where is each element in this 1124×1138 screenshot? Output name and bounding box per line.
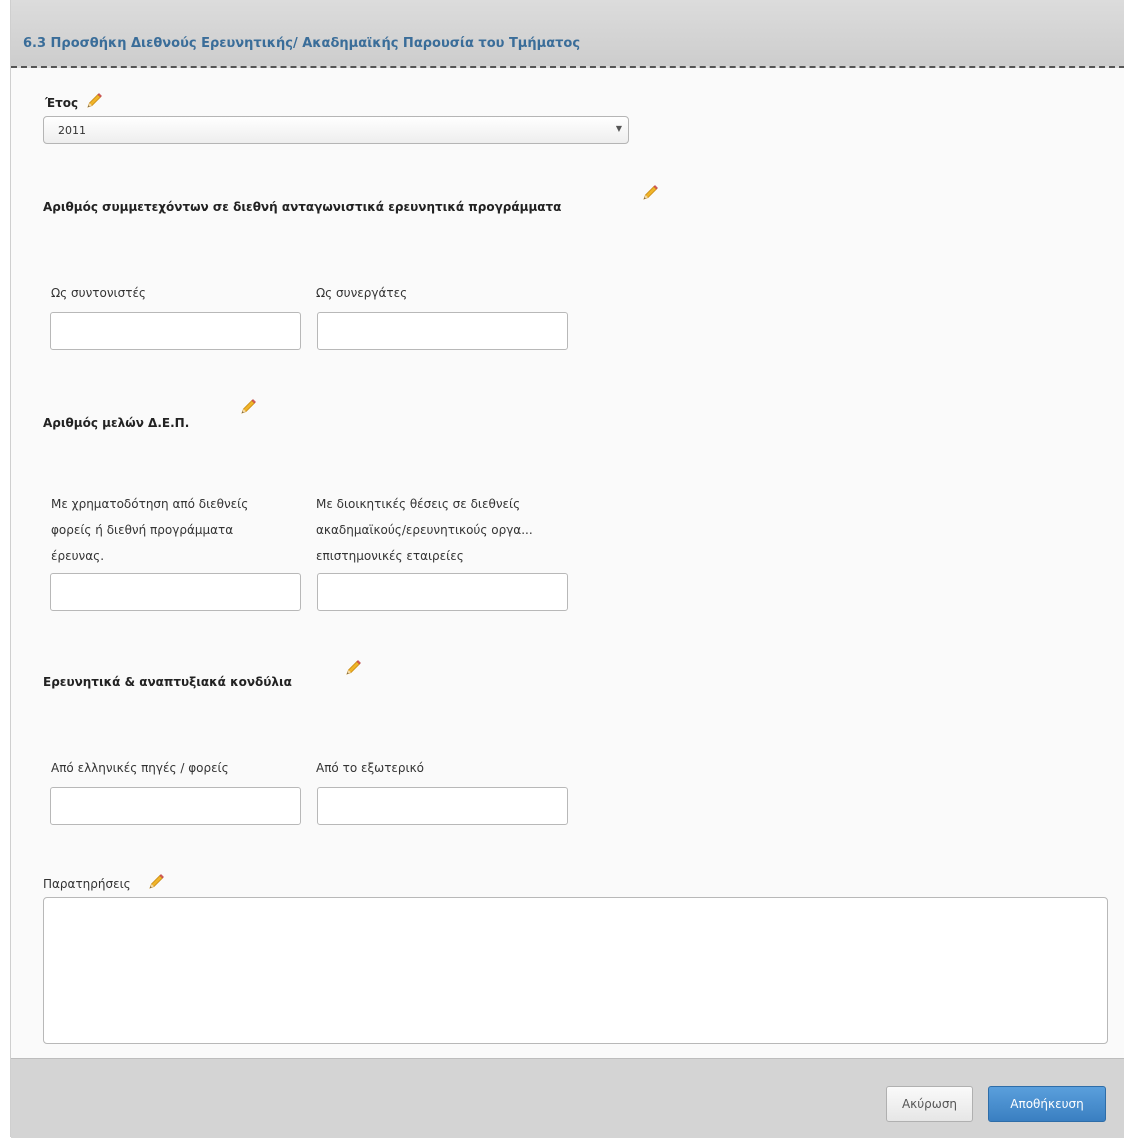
participants-heading: Αριθμός συμμετεχόντων σε διεθνή ανταγωνι…: [43, 200, 562, 214]
members-heading: Αριθμός μελών Δ.Ε.Π.: [43, 416, 190, 430]
collaborators-label: Ως συνεργάτες: [316, 286, 408, 300]
funding-label: Με χρηματοδότηση από διεθνείς φορείς ή δ…: [51, 497, 249, 563]
edit-pencil-icon: [239, 398, 257, 416]
abroad-label: Από το εξωτερικό: [316, 761, 424, 775]
dialog-title: 6.3 Προσθήκη Διεθνούς Ερευνητικής/ Ακαδη…: [23, 36, 581, 51]
cancel-button[interactable]: Ακύρωση: [886, 1086, 973, 1122]
coordinators-input[interactable]: [50, 312, 301, 350]
collaborators-input[interactable]: [317, 312, 568, 350]
coordinators-label: Ως συντονιστές: [51, 286, 146, 300]
dialog-titlebar: 6.3 Προσθήκη Διεθνούς Ερευνητικής/ Ακαδη…: [11, 0, 1124, 68]
greek-sources-label: Από ελληνικές πηγές / φορείς: [51, 761, 229, 775]
year-select-value: 2011: [58, 124, 86, 137]
greek-sources-input[interactable]: [50, 787, 301, 825]
funding-input[interactable]: [50, 573, 301, 611]
year-select[interactable]: 2011 ▼: [43, 116, 629, 144]
admin-positions-label: Με διοικητικές θέσεις σε διεθνείς ακαδημ…: [316, 497, 533, 563]
add-presence-dialog: 6.3 Προσθήκη Διεθνούς Ερευνητικής/ Ακαδη…: [10, 0, 1124, 1138]
edit-pencil-icon: [85, 92, 103, 110]
notes-label: Παρατηρήσεις: [43, 877, 131, 891]
chevron-down-icon: ▼: [615, 124, 622, 133]
year-label: Έτος: [45, 96, 79, 110]
notes-textarea[interactable]: [43, 897, 1108, 1044]
abroad-input[interactable]: [317, 787, 568, 825]
edit-pencil-icon: [641, 184, 659, 202]
edit-pencil-icon: [147, 873, 165, 891]
funds-heading: Ερευνητικά & αναπτυξιακά κονδύλια: [43, 675, 292, 689]
save-button[interactable]: Αποθήκευση: [988, 1086, 1106, 1122]
admin-positions-input[interactable]: [317, 573, 568, 611]
edit-pencil-icon: [344, 659, 362, 677]
